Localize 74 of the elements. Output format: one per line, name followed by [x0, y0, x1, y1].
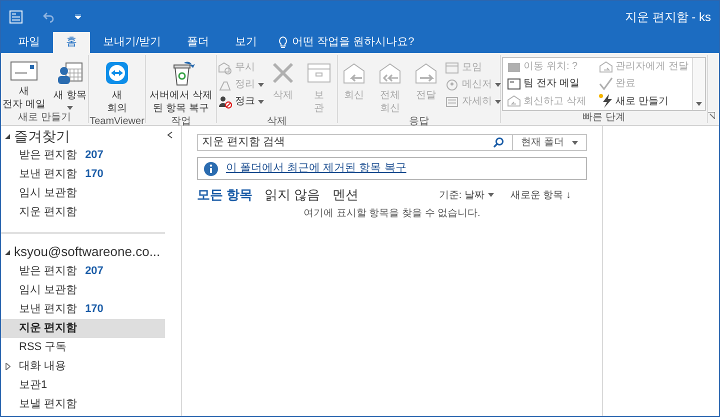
details-icon — [445, 94, 459, 108]
group-label: 삭제 — [266, 115, 288, 129]
folder-item[interactable]: 받은 편지함 207 — [1, 146, 165, 165]
unread-count: 207 — [85, 264, 104, 280]
account-header[interactable]: ksyou@softwareone.co... — [1, 242, 165, 262]
envelope-arrow-icon — [598, 60, 612, 74]
folder-item[interactable]: 대화 내용 — [1, 357, 165, 376]
caret-icon — [495, 82, 501, 86]
caret-icon — [495, 100, 501, 104]
folder-item[interactable]: 임시 보관함 — [1, 281, 165, 300]
unread-count: 170 — [85, 302, 104, 318]
tell-me-field[interactable]: 어떤 작업을 원하시나요? — [270, 32, 422, 53]
expanded-triangle-icon — [5, 250, 10, 254]
ribbon-tab[interactable]: 보내기/받기 — [90, 32, 174, 53]
collapse-chevron-icon[interactable] — [167, 131, 173, 139]
lightning-icon — [598, 94, 612, 108]
lightbulb-icon — [278, 36, 288, 49]
folder-item[interactable]: 지운 편지함 — [1, 203, 165, 222]
ribbon-tab[interactable]: 폴더 — [174, 32, 222, 53]
ribbon-button[interactable]: 새 회의 — [100, 55, 134, 115]
group-label: 빠른 단계 — [582, 111, 626, 125]
filter-tab[interactable]: 모든 항목 — [197, 185, 253, 205]
meeting-calendar-icon — [445, 60, 459, 74]
folder-item[interactable]: 받은 편지함 207 — [1, 262, 165, 281]
caret-icon — [696, 102, 702, 106]
folder-item[interactable]: 보낸 편지함 170 — [1, 165, 165, 184]
reply-delete-icon — [506, 94, 521, 108]
info-icon — [204, 162, 218, 176]
expanded-triangle-icon — [5, 134, 10, 138]
folder-item[interactable]: RSS 구독 — [1, 338, 165, 357]
search-icon[interactable] — [493, 137, 504, 148]
ribbon-button[interactable]: 서버에서 삭제 된 항목 복구 — [146, 55, 216, 115]
group-label: 새로 만들기 — [17, 111, 72, 125]
account-header[interactable]: 즐겨찾기 — [1, 126, 165, 146]
folder-item[interactable]: 보관1 — [1, 376, 165, 395]
caret-icon — [66, 106, 73, 110]
app-icon[interactable] — [9, 10, 23, 24]
dialog-launcher-icon[interactable] — [708, 112, 715, 119]
ribbon-button[interactable]: 팀 전자 메일 — [506, 75, 586, 92]
sort-by-dropdown[interactable]: 기준: 날짜 — [438, 188, 494, 202]
teamviewer-icon — [103, 59, 131, 87]
group-label: 작업 — [170, 115, 192, 129]
folder-item[interactable]: 임시 보관함 — [1, 184, 165, 203]
unread-count: 170 — [85, 167, 104, 182]
ribbon-tab[interactable]: 파일 — [5, 32, 53, 53]
folder-item[interactable]: 보낸 편지함 170 — [1, 300, 165, 319]
caret-icon — [258, 82, 264, 86]
folder-item[interactable]: 지운 편지함 — [1, 319, 165, 338]
caret-icon — [488, 193, 494, 197]
ribbon-button[interactable]: 정크 — [218, 93, 264, 110]
ribbon-tab[interactable]: 보기 — [222, 32, 270, 53]
filter-tab[interactable]: 멘션 — [332, 185, 358, 205]
folder-item[interactable]: 보낼 편지함 — [1, 395, 165, 414]
ribbon-button[interactable]: 새 항목 — [50, 55, 90, 110]
team-envelope-icon — [506, 76, 521, 91]
search-field[interactable]: 지운 편지함 검색 현재 폴더 — [197, 134, 587, 151]
search-scope-dropdown[interactable]: 현재 폴더 — [512, 135, 586, 150]
caret-icon — [572, 140, 578, 144]
ribbon-button[interactable]: 새 전자 메일 — [1, 55, 48, 111]
window-title: 지운 편지함 - ks — [625, 8, 711, 26]
envelope-icon — [9, 59, 40, 83]
unread-count: 207 — [85, 148, 104, 164]
filter-tab[interactable]: 읽지 않음 — [264, 185, 320, 205]
group-label: 응답 — [408, 115, 430, 129]
empty-message: 여기에 표시할 항목을 찾을 수 없습니다. — [302, 207, 482, 221]
person-block-icon — [218, 94, 232, 108]
group-label: TeamViewer — [89, 115, 145, 129]
checkmark-icon — [598, 76, 612, 91]
sort-order-button[interactable]: 새로운 항목 ↓ — [510, 188, 571, 202]
ribbon-button[interactable]: 새로 만들기 — [598, 92, 688, 110]
recover-items-link[interactable]: 이 폴더에서 최근에 제거된 항목 복구 — [226, 160, 406, 177]
ribbon-tab[interactable]: 홈 — [53, 32, 90, 53]
caret-icon — [258, 100, 264, 104]
customize-caret-icon[interactable] — [75, 14, 81, 19]
